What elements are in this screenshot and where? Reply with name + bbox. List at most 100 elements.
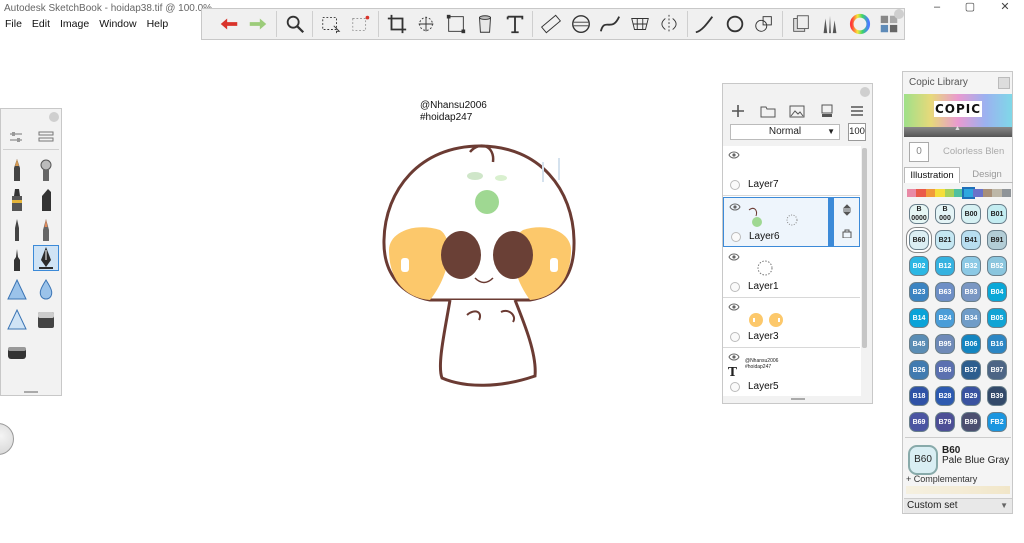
predictive-stroke-button[interactable]	[720, 10, 749, 38]
eye-icon[interactable]	[729, 203, 741, 211]
copic-swatch[interactable]: B24	[935, 308, 955, 328]
hue-segment[interactable]	[916, 189, 926, 197]
menu-edit[interactable]: Edit	[27, 17, 55, 32]
palette-resize-grip[interactable]	[24, 391, 38, 393]
maximize-button[interactable]: ▢	[955, 0, 985, 16]
hue-strip[interactable]	[907, 187, 1011, 199]
hue-segment[interactable]	[954, 189, 964, 197]
hard-eraser-brush[interactable]	[4, 339, 30, 365]
layer-row[interactable]: Layer1	[723, 248, 860, 298]
brush-settings-icon[interactable]	[9, 131, 23, 143]
eye-icon[interactable]	[728, 303, 740, 311]
layer-lock-toggle[interactable]	[730, 332, 740, 342]
ballpen-brush[interactable]	[4, 217, 30, 243]
airbrush-brush[interactable]	[33, 157, 59, 183]
copic-swatch[interactable]: B93	[961, 282, 981, 302]
copic-swatch[interactable]: B34	[961, 308, 981, 328]
eye-icon[interactable]	[728, 253, 740, 261]
eraser-brush[interactable]	[33, 307, 59, 333]
hue-segment[interactable]	[925, 189, 936, 197]
menu-window[interactable]: Window	[94, 17, 141, 32]
perspective-button[interactable]	[625, 10, 654, 38]
copic-swatch[interactable]: B05	[987, 308, 1007, 328]
layer-lock-icon[interactable]	[842, 228, 852, 238]
brush-library-toggle-icon[interactable]	[38, 131, 54, 143]
nib-pen-brush[interactable]	[33, 245, 59, 271]
copic-swatch[interactable]: B02	[909, 256, 929, 276]
color-wheel-button[interactable]	[845, 10, 874, 38]
hue-segment[interactable]	[935, 189, 945, 197]
copic-swatch[interactable]: B18	[909, 386, 929, 406]
menu-image[interactable]: Image	[55, 17, 94, 32]
complementary-colors-bar[interactable]	[906, 486, 1010, 494]
menu-help[interactable]: Help	[142, 17, 174, 32]
copic-swatch[interactable]: B16	[987, 334, 1007, 354]
layer-lock-toggle[interactable]	[730, 180, 740, 190]
undo-button[interactable]	[214, 10, 243, 38]
copic-swatch[interactable]: B97	[987, 360, 1007, 380]
copic-swatch[interactable]: B 0000	[909, 204, 929, 224]
copic-swatch[interactable]: B99	[961, 412, 981, 432]
layer-row[interactable]: @Nhansu2006 #hoidap247 T Layer5	[723, 348, 860, 396]
copic-swatch[interactable]: B37	[961, 360, 981, 380]
hue-segment[interactable]	[992, 189, 1002, 197]
merge-layer-icon[interactable]	[818, 102, 836, 120]
tab-design[interactable]: Design	[961, 167, 1013, 183]
copic-swatch[interactable]: FB2	[987, 412, 1007, 432]
layer-lock-toggle[interactable]	[731, 232, 741, 242]
opacity-field[interactable]: 100	[848, 123, 866, 141]
hue-segment-selected[interactable]	[961, 187, 976, 199]
french-curve-button[interactable]	[595, 10, 624, 38]
copic-swatch[interactable]: B69	[909, 412, 929, 432]
layer-editor-button[interactable]	[786, 10, 815, 38]
toolbar-close-icon[interactable]	[894, 9, 904, 19]
copic-close-icon[interactable]	[998, 77, 1010, 89]
blend-mode-select[interactable]: Normal ▼	[730, 124, 840, 140]
layer-lock-toggle[interactable]	[730, 282, 740, 292]
layer-row[interactable]: Layer7	[723, 146, 860, 196]
layer-row[interactable]: Layer3	[723, 298, 860, 348]
symmetry-button[interactable]	[654, 10, 683, 38]
shapes-button[interactable]	[750, 10, 779, 38]
layer-move-icon[interactable]	[841, 204, 853, 216]
copic-swatch[interactable]: B21	[935, 230, 955, 250]
copic-swatch[interactable]: B45	[909, 334, 929, 354]
copic-swatch[interactable]: B29	[961, 386, 981, 406]
copic-swatch[interactable]: B06	[961, 334, 981, 354]
add-image-icon[interactable]	[788, 102, 806, 120]
fineliner-brush[interactable]	[4, 247, 30, 273]
text-button[interactable]	[500, 10, 529, 38]
copic-swatch[interactable]: B12	[935, 256, 955, 276]
transform-button[interactable]	[412, 10, 441, 38]
hue-segment[interactable]	[1001, 189, 1011, 197]
blender-brush[interactable]	[33, 277, 59, 303]
hue-segment[interactable]	[973, 189, 983, 197]
distort-button[interactable]	[441, 10, 470, 38]
tab-illustration[interactable]: Illustration	[904, 167, 960, 183]
eye-icon[interactable]	[728, 151, 740, 159]
palette-close-icon[interactable]	[49, 112, 59, 122]
copic-swatch[interactable]: B39	[987, 386, 1007, 406]
smear-brush[interactable]	[4, 307, 30, 333]
brush-library-button[interactable]	[816, 10, 845, 38]
copic-swatch[interactable]: B01	[987, 204, 1007, 224]
layer-opacity-handle[interactable]	[828, 198, 834, 246]
add-layer-icon[interactable]	[729, 102, 747, 120]
layer-row-selected[interactable]: Layer6	[723, 197, 860, 247]
add-group-icon[interactable]	[759, 102, 777, 120]
custom-set-dropdown[interactable]: Custom set ▼	[904, 498, 1012, 513]
lagoon-puck[interactable]	[0, 423, 14, 455]
hue-segment[interactable]	[982, 189, 993, 197]
ruler-button[interactable]	[536, 10, 565, 38]
ellipse-guide-button[interactable]	[566, 10, 595, 38]
layers-resize-grip[interactable]	[791, 398, 805, 400]
copic-swatch[interactable]: B60	[907, 228, 931, 252]
colorless-blender-swatch[interactable]: 0	[909, 142, 929, 162]
copic-swatch[interactable]: B 000	[935, 204, 955, 224]
menu-file[interactable]: File	[0, 17, 27, 32]
crop-button[interactable]	[382, 10, 411, 38]
hue-segment[interactable]	[944, 189, 955, 197]
marker-brush[interactable]	[4, 187, 30, 213]
layer-menu-icon[interactable]	[848, 102, 866, 120]
copic-swatch[interactable]: B91	[987, 230, 1007, 250]
